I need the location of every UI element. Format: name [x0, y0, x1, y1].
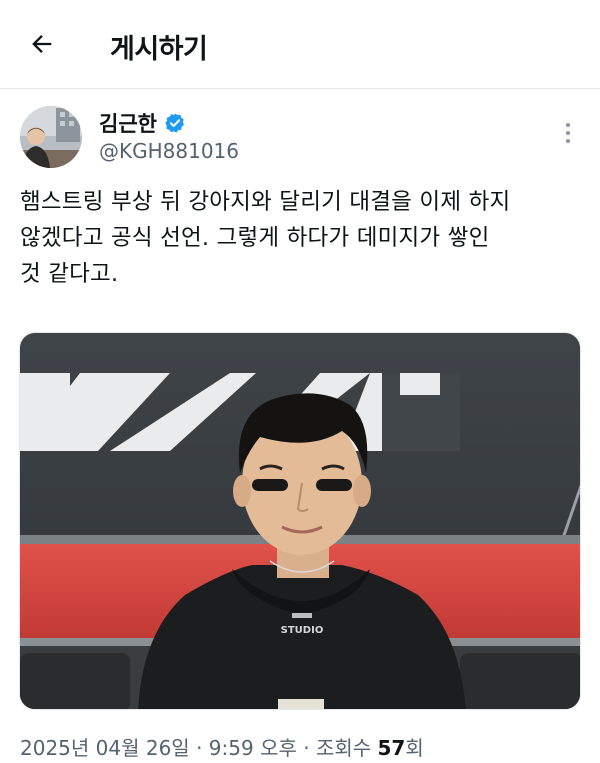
author-name-text: 김근한: [99, 112, 157, 136]
tweet-date[interactable]: 2025년 04월 26일: [20, 736, 190, 760]
photo-image: STUDIO: [20, 333, 580, 709]
top-bar: 게시하기: [0, 0, 600, 89]
verified-badge-icon: [164, 112, 186, 134]
tweet-text-line: 것 같다고.: [20, 261, 119, 287]
author-name[interactable]: 김근한: [99, 108, 186, 138]
views-count: 57: [377, 736, 406, 760]
page-title: 게시하기: [110, 34, 208, 65]
separator: ·: [303, 736, 310, 760]
tweet-text-line: 않겠다고 공식 선언. 그렇게 하다가 데미지가 쌓인: [20, 225, 490, 251]
back-button[interactable]: [24, 26, 60, 62]
separator: ·: [196, 736, 203, 760]
more-options-icon[interactable]: [556, 119, 580, 147]
views-label: 조회수: [315, 736, 372, 760]
tweet-time[interactable]: 9:59 오후: [209, 736, 297, 760]
back-arrow-icon: [32, 35, 52, 53]
tweet-timestamp: 2025년 04월 26일 · 9:59 오후 · 조회수 57회: [20, 732, 424, 761]
tweet-text-line: 햄스트링 부상 뒤 강아지와 달리기 대결을 이제 하지: [20, 189, 511, 215]
tweet-photo[interactable]: STUDIO: [19, 332, 581, 710]
author-handle[interactable]: @KGH881016: [99, 139, 239, 163]
avatar[interactable]: [20, 106, 82, 168]
views-suffix: 회: [405, 736, 424, 760]
tweet-text: 햄스트링 부상 뒤 강아지와 달리기 대결을 이제 하지 않겠다고 공식 선언.…: [20, 184, 588, 292]
shirt-logo: STUDIO: [281, 625, 324, 636]
